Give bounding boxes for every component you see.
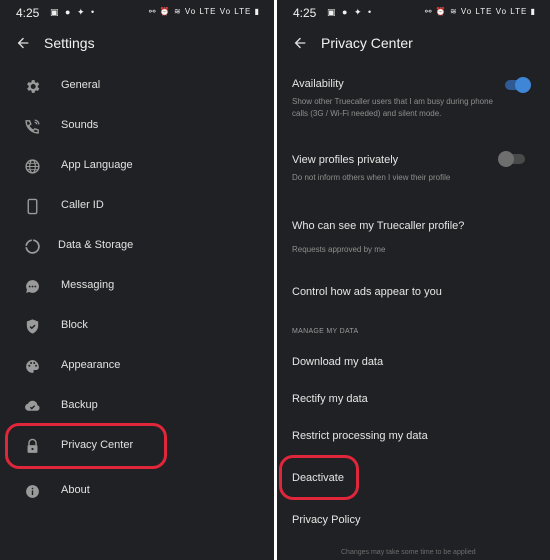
view-privately-setting[interactable]: View profiles privately Do not inform ot… (292, 154, 505, 184)
deactivate-label: Deactivate (292, 472, 344, 484)
cloud-check-icon (23, 397, 41, 415)
profile-visibility-setting[interactable]: Who can see my Truecaller profile? Reque… (292, 220, 535, 256)
privacy-center-screen: 4:25 ▣ ● ✦ • ⚯ ⏰ ≋ Vo LTE Vo LTE ▮ Priva… (277, 0, 550, 560)
system-status-icons: ⚯ ⏰ ≋ Vo LTE Vo LTE ▮ (148, 7, 260, 16)
settings-item-about[interactable]: About (0, 471, 274, 511)
privacy-policy-item[interactable]: Privacy Policy (292, 514, 535, 526)
profile-visibility-title: Who can see my Truecaller profile? (292, 220, 465, 232)
deactivate-item[interactable]: Deactivate (292, 472, 535, 484)
restrict-processing-label: Restrict processing my data (292, 430, 428, 442)
settings-item-caller-id[interactable]: Caller ID (0, 186, 274, 226)
view-privately-toggle[interactable] (498, 151, 525, 167)
status-bar: 4:25 ▣ ● ✦ • ⚯ ⏰ ≋ Vo LTE Vo LTE ▮ (0, 0, 274, 24)
settings-item-label: General (61, 79, 101, 91)
settings-item-label: Data & Storage (58, 239, 134, 251)
view-privately-title: View profiles privately (292, 154, 399, 166)
settings-item-label: App Language (61, 159, 133, 171)
app-bar: Settings (0, 28, 274, 60)
phone-sound-icon (23, 117, 41, 135)
app-bar: Privacy Center (277, 28, 550, 60)
phone-device-icon (23, 197, 41, 215)
settings-item-label: Backup (61, 399, 98, 411)
settings-item-block[interactable]: Block (0, 306, 274, 346)
settings-item-data-storage[interactable]: Data & Storage (0, 226, 274, 266)
availability-description: Show other Truecaller users that I am bu… (292, 97, 493, 118)
settings-item-app-language[interactable]: App Language (0, 146, 274, 186)
data-usage-icon (23, 237, 41, 255)
availability-setting[interactable]: Availability Show other Truecaller users… (292, 78, 505, 120)
gear-icon (23, 77, 41, 95)
rectify-data-item[interactable]: Rectify my data (292, 393, 535, 405)
privacy-policy-label: Privacy Policy (292, 514, 361, 526)
globe-icon (23, 157, 41, 175)
settings-item-label: Block (61, 319, 88, 331)
page-title: Settings (44, 35, 95, 51)
palette-icon (23, 357, 41, 375)
manage-data-section-header: MANAGE MY DATA (292, 328, 359, 335)
settings-item-privacy-center[interactable]: Privacy Center (0, 426, 274, 466)
restrict-processing-item[interactable]: Restrict processing my data (292, 430, 535, 442)
download-data-item[interactable]: Download my data (292, 356, 535, 368)
back-arrow-icon[interactable] (289, 32, 311, 54)
settings-item-label: About (61, 484, 90, 496)
system-status-icons: ⚯ ⏰ ≋ Vo LTE Vo LTE ▮ (424, 7, 536, 16)
settings-item-label: Appearance (61, 359, 121, 371)
settings-item-sounds[interactable]: Sounds (0, 106, 274, 146)
status-bar: 4:25 ▣ ● ✦ • ⚯ ⏰ ≋ Vo LTE Vo LTE ▮ (277, 0, 550, 24)
shield-check-icon (23, 317, 41, 335)
settings-item-label: Caller ID (61, 199, 104, 211)
settings-screen: 4:25 ▣ ● ✦ • ⚯ ⏰ ≋ Vo LTE Vo LTE ▮ Setti… (0, 0, 274, 560)
view-privately-description: Do not inform others when I view their p… (292, 173, 451, 182)
status-time: 4:25 (293, 6, 317, 20)
info-icon (23, 482, 41, 500)
download-data-label: Download my data (292, 356, 384, 368)
notification-icons: ▣ ● ✦ • (327, 7, 374, 17)
ads-control-item[interactable]: Control how ads appear to you (292, 286, 535, 298)
page-title: Privacy Center (321, 35, 413, 51)
settings-item-appearance[interactable]: Appearance (0, 346, 274, 386)
settings-item-label: Sounds (61, 119, 99, 131)
status-time: 4:25 (16, 6, 40, 20)
settings-item-backup[interactable]: Backup (0, 386, 274, 426)
notification-icons: ▣ ● ✦ • (50, 7, 97, 17)
lock-icon (23, 437, 41, 455)
rectify-data-label: Rectify my data (292, 393, 368, 405)
profile-visibility-value: Requests approved by me (292, 245, 386, 254)
toggle-knob (515, 77, 531, 93)
back-arrow-icon[interactable] (12, 32, 34, 54)
chat-bubble-icon (23, 277, 41, 295)
toggle-knob (498, 151, 514, 167)
availability-toggle[interactable] (505, 77, 531, 93)
settings-item-label: Messaging (61, 279, 115, 291)
settings-item-general[interactable]: General (0, 66, 274, 106)
footer-note: Changes may take some time to be applied (341, 549, 476, 556)
availability-title: Availability (292, 78, 344, 90)
ads-control-label: Control how ads appear to you (292, 286, 442, 298)
settings-item-label: Privacy Center (61, 439, 134, 451)
settings-item-messaging[interactable]: Messaging (0, 266, 274, 306)
